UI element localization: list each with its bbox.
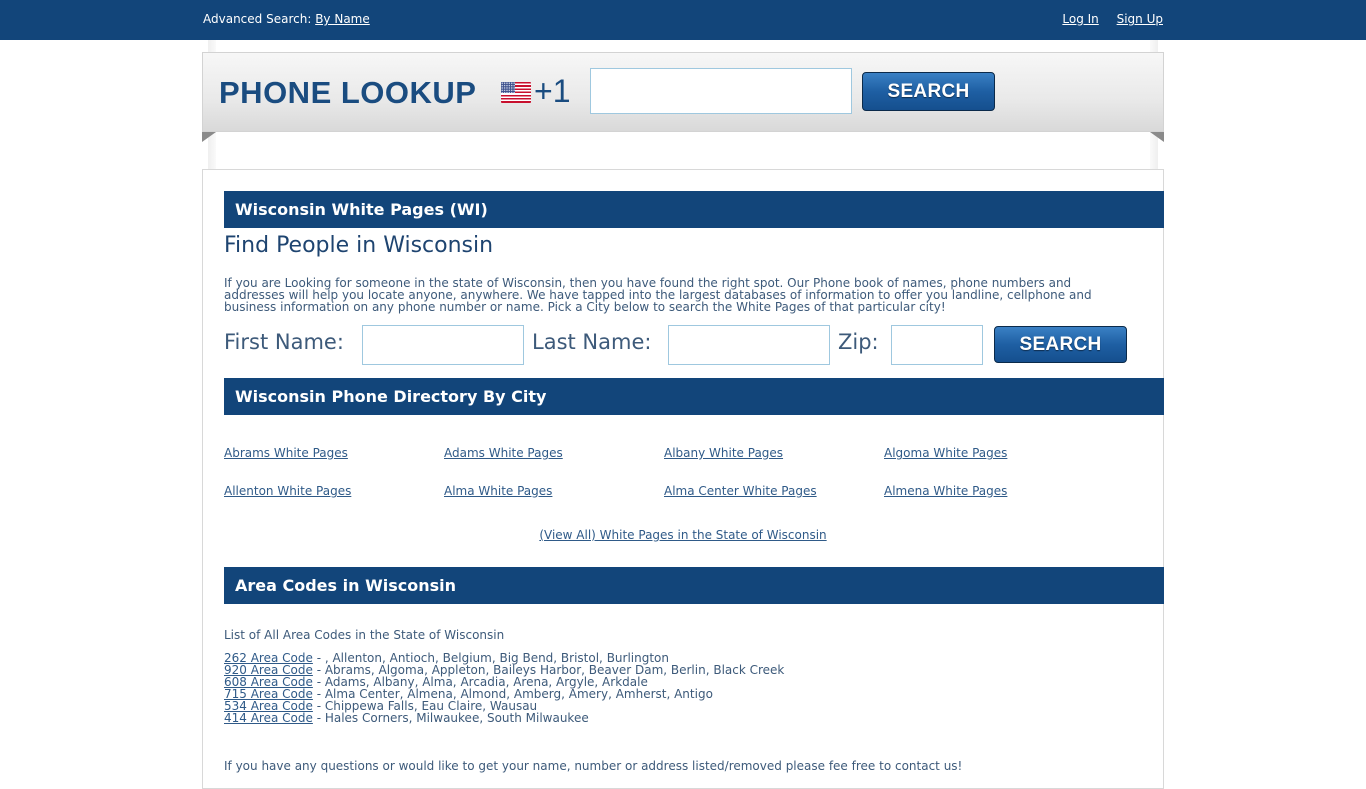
view-all-link[interactable]: (View All) White Pages in the State of W… [539, 528, 826, 542]
phone-search-button[interactable]: SEARCH [862, 72, 995, 111]
zip-label: Zip: [838, 330, 879, 354]
intro-paragraph: If you are Looking for someone in the st… [224, 277, 1114, 313]
first-name-label: First Name: [224, 330, 344, 354]
white-pages-header: Wisconsin White Pages (WI) [224, 191, 1164, 228]
area-codes-header: Area Codes in Wisconsin [224, 567, 1164, 604]
advanced-search: Advanced Search: By Name [203, 12, 370, 26]
city-link[interactable]: Adams White Pages [444, 446, 563, 460]
city-link[interactable]: Almena White Pages [884, 484, 1007, 498]
signup-link[interactable]: Sign Up [1117, 12, 1163, 26]
phone-lookup-banner: PHONE LOOKUP +1 SEARCH [202, 52, 1164, 132]
city-link[interactable]: Allenton White Pages [224, 484, 351, 498]
contact-note: If you have any questions or would like … [224, 759, 963, 773]
country-code: +1 [534, 73, 571, 109]
area-code-row: 414 Area Code - Hales Corners, Milwaukee… [224, 712, 784, 724]
city-link[interactable]: Albany White Pages [664, 446, 783, 460]
advanced-search-label: Advanced Search: [203, 12, 312, 26]
city-link[interactable]: Alma Center White Pages [664, 484, 817, 498]
login-link[interactable]: Log In [1062, 12, 1098, 26]
phone-number-input[interactable] [590, 68, 852, 114]
page-title: Find People in Wisconsin [224, 233, 494, 258]
last-name-input[interactable] [668, 325, 830, 365]
first-name-input[interactable] [362, 325, 524, 365]
name-search-button[interactable]: SEARCH [994, 326, 1127, 363]
main-content: Wisconsin White Pages (WI) Find People i… [202, 169, 1164, 789]
by-name-link[interactable]: By Name [315, 12, 370, 26]
site-logo[interactable]: PHONE LOOKUP [219, 75, 476, 111]
area-code-link[interactable]: 414 Area Code [224, 711, 313, 725]
area-codes-list: 262 Area Code - , Allenton, Antioch, Bel… [224, 652, 784, 724]
auth-links: Log In Sign Up [1048, 12, 1163, 26]
city-link[interactable]: Alma White Pages [444, 484, 552, 498]
city-link[interactable]: Abrams White Pages [224, 446, 348, 460]
last-name-label: Last Name: [532, 330, 652, 354]
area-codes-intro: List of All Area Codes in the State of W… [224, 628, 505, 642]
zip-input[interactable] [891, 325, 983, 365]
directory-header: Wisconsin Phone Directory By City [224, 378, 1164, 415]
intro-line: business information on any phone number… [224, 300, 946, 314]
ribbon-fold-left [202, 132, 216, 142]
view-all-container: (View All) White Pages in the State of W… [203, 528, 1163, 542]
area-code-cities: - Hales Corners, Milwaukee, South Milwau… [312, 711, 589, 725]
us-flag-icon [501, 82, 531, 103]
city-link[interactable]: Algoma White Pages [884, 446, 1007, 460]
ribbon-fold-right [1150, 132, 1164, 142]
top-nav-bar: Advanced Search: By Name Log In Sign Up [0, 0, 1366, 40]
